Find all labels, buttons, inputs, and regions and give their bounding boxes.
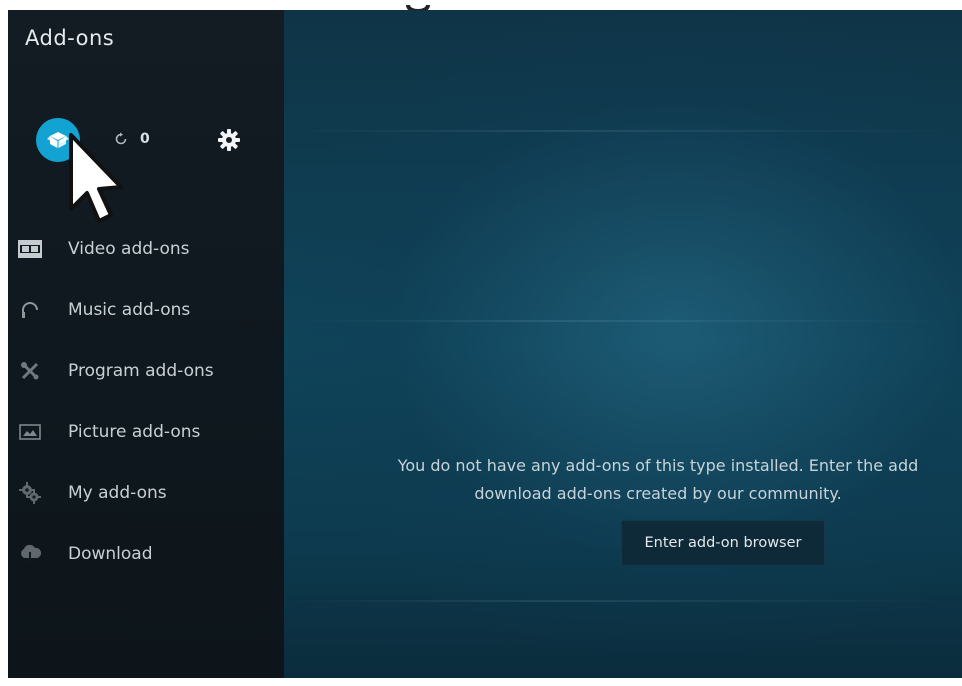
menu-item-label: Picture add-ons xyxy=(68,421,201,442)
headphones-icon xyxy=(18,299,42,321)
film-strip-icon xyxy=(18,238,42,260)
mouse-pointer-icon xyxy=(69,133,123,223)
tools-icon xyxy=(18,360,42,382)
menu-item-video-addons[interactable]: Video add-ons xyxy=(8,218,284,279)
menu-item-download[interactable]: Download xyxy=(8,523,284,584)
page-title: Add-ons xyxy=(25,26,115,50)
menu-item-program-addons[interactable]: Program add-ons xyxy=(8,340,284,401)
menu-item-picture-addons[interactable]: Picture add-ons xyxy=(8,401,284,462)
enter-addon-browser-button[interactable]: Enter add-on browser xyxy=(621,520,825,566)
kodi-addons-screen: Add-ons 0 Video add-ons Music add-ons Pr… xyxy=(8,10,962,678)
download-cloud-icon xyxy=(18,543,42,565)
empty-state-line-1: You do not have any add-ons of this type… xyxy=(397,456,919,475)
empty-state-line-2: download add-ons created by our communit… xyxy=(474,484,842,503)
menu-item-label: Video add-ons xyxy=(68,238,190,259)
gears-icon xyxy=(18,481,42,504)
settings-button[interactable] xyxy=(214,125,244,155)
sidebar: Add-ons 0 Video add-ons Music add-ons Pr… xyxy=(8,10,284,678)
content-area: You do not have any add-ons of this type… xyxy=(284,10,962,678)
menu-item-label: Program add-ons xyxy=(68,360,214,381)
menu-item-music-addons[interactable]: Music add-ons xyxy=(8,279,284,340)
gear-icon xyxy=(218,129,240,151)
menu-item-my-addons[interactable]: My add-ons xyxy=(8,462,284,523)
empty-state-message: You do not have any add-ons of this type… xyxy=(348,452,962,508)
menu-item-label: My add-ons xyxy=(68,482,167,503)
menu-item-label: Download xyxy=(68,543,153,564)
menu-item-label: Music add-ons xyxy=(68,299,191,320)
cropped-title-fragment xyxy=(386,0,450,10)
update-count: 0 xyxy=(140,131,150,147)
addon-category-menu: Video add-ons Music add-ons Program add-… xyxy=(8,218,284,584)
picture-icon xyxy=(18,421,42,443)
